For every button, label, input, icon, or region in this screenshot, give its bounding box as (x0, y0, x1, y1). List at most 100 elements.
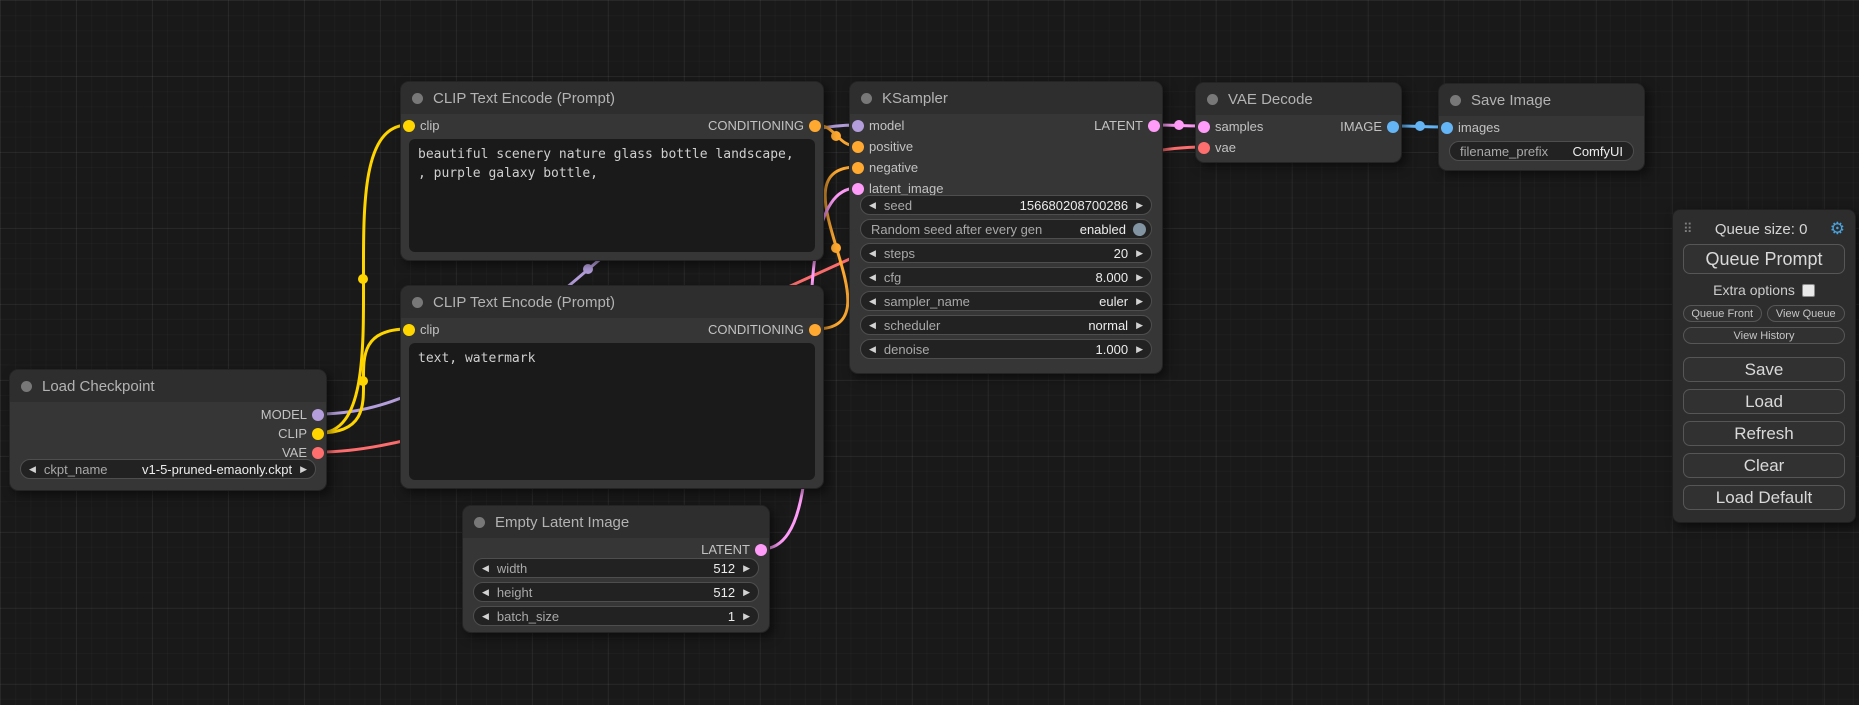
node-clip-text-encode-positive[interactable]: CLIP Text Encode (Prompt) clip CONDITION… (400, 81, 824, 261)
node-title: CLIP Text Encode (Prompt) (433, 90, 615, 107)
load-default-button[interactable]: Load Default (1683, 485, 1845, 510)
output-dot-latent[interactable] (1148, 120, 1160, 132)
queue-prompt-button[interactable]: Queue Prompt (1683, 244, 1845, 274)
widget-seed[interactable]: ◀ seed 156680208700286 ▶ (860, 195, 1152, 215)
node-save-image[interactable]: Save Image images filename_prefix ComfyU… (1438, 83, 1645, 171)
decrement-arrow-icon[interactable]: ◀ (21, 460, 44, 478)
menu-header: ⠿ Queue size: 0 ⚙ (1683, 218, 1845, 240)
node-title: CLIP Text Encode (Prompt) (433, 294, 615, 311)
node-title: KSampler (882, 90, 948, 107)
increment-arrow-icon[interactable]: ▶ (735, 583, 758, 601)
collapse-dot-icon[interactable] (1450, 95, 1461, 106)
decrement-arrow-icon[interactable]: ◀ (861, 196, 884, 214)
collapse-dot-icon[interactable] (861, 93, 872, 104)
extra-options-row: Extra options (1683, 282, 1845, 298)
node-graph-canvas[interactable]: Load Checkpoint MODEL CLIP VAE ◀ ckpt_na… (0, 0, 1859, 705)
decrement-arrow-icon[interactable]: ◀ (861, 316, 884, 334)
link-midpoint-dot (831, 243, 841, 253)
node-title-bar[interactable]: Save Image (1439, 84, 1644, 116)
increment-arrow-icon[interactable]: ▶ (292, 460, 315, 478)
node-title-bar[interactable]: Load Checkpoint (10, 370, 326, 402)
collapse-dot-icon[interactable] (412, 297, 423, 308)
queue-menu-panel: ⠿ Queue size: 0 ⚙ Queue Prompt Extra opt… (1672, 209, 1856, 523)
queue-front-button[interactable]: Queue Front (1683, 305, 1762, 322)
toggle-knob-icon[interactable] (1133, 223, 1146, 236)
widget-cfg[interactable]: ◀ cfg 8.000 ▶ (860, 267, 1152, 287)
drag-handle-icon[interactable]: ⠿ (1683, 221, 1693, 237)
increment-arrow-icon[interactable]: ▶ (1128, 268, 1151, 286)
node-title: Load Checkpoint (42, 378, 155, 395)
node-title-bar[interactable]: KSampler (850, 82, 1162, 114)
node-ksampler[interactable]: KSampler model LATENT positive negative … (849, 81, 1163, 374)
decrement-arrow-icon[interactable]: ◀ (474, 583, 497, 601)
node-title: VAE Decode (1228, 91, 1313, 108)
slot-row-model-latent: model LATENT (850, 116, 1162, 136)
link-midpoint-dot (831, 131, 841, 141)
widget-sampler-name[interactable]: ◀ sampler_name euler ▶ (860, 291, 1152, 311)
node-vae-decode[interactable]: VAE Decode samples IMAGE vae (1195, 82, 1402, 163)
view-history-button[interactable]: View History (1683, 327, 1845, 344)
output-dot-conditioning[interactable] (809, 324, 821, 336)
input-dot-clip[interactable] (403, 324, 415, 336)
output-dot-conditioning[interactable] (809, 120, 821, 132)
decrement-arrow-icon[interactable]: ◀ (861, 340, 884, 358)
extra-options-label: Extra options (1713, 282, 1795, 298)
increment-arrow-icon[interactable]: ▶ (735, 607, 758, 625)
increment-arrow-icon[interactable]: ▶ (735, 559, 758, 577)
input-dot-model[interactable] (852, 120, 864, 132)
increment-arrow-icon[interactable]: ▶ (1128, 316, 1151, 334)
widget-filename-prefix[interactable]: filename_prefix ComfyUI (1449, 141, 1634, 161)
load-button[interactable]: Load (1683, 389, 1845, 414)
output-dot-vae[interactable] (312, 447, 324, 459)
input-dot-latent-image[interactable] (852, 183, 864, 195)
collapse-dot-icon[interactable] (474, 517, 485, 528)
increment-arrow-icon[interactable]: ▶ (1128, 292, 1151, 310)
output-dot-clip[interactable] (312, 428, 324, 440)
input-dot-samples[interactable] (1198, 121, 1210, 133)
extra-options-checkbox[interactable] (1802, 284, 1815, 297)
widget-width[interactable]: ◀ width 512 ▶ (473, 558, 759, 578)
output-dot-image[interactable] (1387, 121, 1399, 133)
widget-denoise[interactable]: ◀ denoise 1.000 ▶ (860, 339, 1152, 359)
input-dot-images[interactable] (1441, 122, 1453, 134)
output-dot-model[interactable] (312, 409, 324, 421)
node-title-bar[interactable]: VAE Decode (1196, 83, 1401, 115)
node-title-bar[interactable]: CLIP Text Encode (Prompt) (401, 82, 823, 114)
widget-steps[interactable]: ◀ steps 20 ▶ (860, 243, 1152, 263)
output-dot-latent[interactable] (755, 544, 767, 556)
node-title-bar[interactable]: Empty Latent Image (463, 506, 769, 538)
node-load-checkpoint[interactable]: Load Checkpoint MODEL CLIP VAE ◀ ckpt_na… (9, 369, 327, 491)
save-button[interactable]: Save (1683, 357, 1845, 382)
node-title-bar[interactable]: CLIP Text Encode (Prompt) (401, 286, 823, 318)
increment-arrow-icon[interactable]: ▶ (1128, 244, 1151, 262)
output-slot-latent: LATENT (463, 540, 769, 560)
decrement-arrow-icon[interactable]: ◀ (861, 292, 884, 310)
widget-scheduler[interactable]: ◀ scheduler normal ▶ (860, 315, 1152, 335)
refresh-button[interactable]: Refresh (1683, 421, 1845, 446)
input-dot-vae[interactable] (1198, 142, 1210, 154)
collapse-dot-icon[interactable] (1207, 94, 1218, 105)
prompt-text-input[interactable]: text, watermark (409, 343, 815, 480)
collapse-dot-icon[interactable] (21, 381, 32, 392)
collapse-dot-icon[interactable] (412, 93, 423, 104)
node-clip-text-encode-negative[interactable]: CLIP Text Encode (Prompt) clip CONDITION… (400, 285, 824, 489)
increment-arrow-icon[interactable]: ▶ (1128, 340, 1151, 358)
widget-batch-size[interactable]: ◀ batch_size 1 ▶ (473, 606, 759, 626)
decrement-arrow-icon[interactable]: ◀ (861, 244, 884, 262)
clear-button[interactable]: Clear (1683, 453, 1845, 478)
settings-gear-icon[interactable]: ⚙ (1830, 219, 1845, 239)
prompt-text-input[interactable]: beautiful scenery nature glass bottle la… (409, 139, 815, 252)
input-dot-positive[interactable] (852, 141, 864, 153)
link-midpoint-dot (583, 264, 593, 274)
widget-random-seed-toggle[interactable]: Random seed after every gen enabled (860, 219, 1152, 239)
increment-arrow-icon[interactable]: ▶ (1128, 196, 1151, 214)
view-queue-button[interactable]: View Queue (1767, 305, 1846, 322)
decrement-arrow-icon[interactable]: ◀ (474, 559, 497, 577)
widget-ckpt-name[interactable]: ◀ ckpt_name v1-5-pruned-emaonly.ckpt ▶ (20, 459, 316, 479)
input-dot-clip[interactable] (403, 120, 415, 132)
widget-height[interactable]: ◀ height 512 ▶ (473, 582, 759, 602)
node-empty-latent-image[interactable]: Empty Latent Image LATENT ◀ width 512 ▶ … (462, 505, 770, 633)
decrement-arrow-icon[interactable]: ◀ (861, 268, 884, 286)
decrement-arrow-icon[interactable]: ◀ (474, 607, 497, 625)
input-dot-negative[interactable] (852, 162, 864, 174)
